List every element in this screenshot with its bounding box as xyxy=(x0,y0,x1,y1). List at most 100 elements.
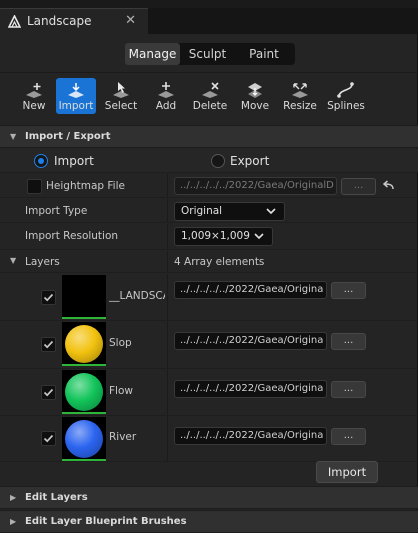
import-resolution-dropdown[interactable]: 1,009×1,009 xyxy=(174,227,273,246)
layer-color-preview xyxy=(65,373,103,411)
import-type-dropdown[interactable]: Original xyxy=(174,202,285,221)
layer-color-preview xyxy=(65,420,103,458)
section-title: Import / Export xyxy=(25,131,111,142)
tool-label: Delete xyxy=(192,100,228,112)
tool-import[interactable]: Import xyxy=(56,78,96,114)
mode-paint[interactable]: Paint xyxy=(235,43,293,65)
column-divider xyxy=(167,321,168,368)
tool-delete[interactable]: Delete xyxy=(190,78,230,114)
heightmap-file-label: Heightmap File xyxy=(46,180,125,192)
add-icon xyxy=(158,82,174,98)
layer-path-field[interactable]: ../../../../../2022/Gaea/Origina xyxy=(174,281,327,299)
tool-label: Add xyxy=(155,100,177,112)
column-divider xyxy=(167,174,168,197)
import-resolution-label: Import Resolution xyxy=(25,230,119,242)
layer-item: Slop ../../../../../2022/Gaea/Origina ..… xyxy=(0,321,418,369)
layer-checkbox[interactable] xyxy=(41,385,56,400)
layer-thumbnail xyxy=(62,275,106,319)
section-edit-layers[interactable]: ▶ Edit Layers xyxy=(0,486,418,509)
layer-item: River ../../../../../2022/Gaea/Origina .… xyxy=(0,416,418,462)
import-export-row: Import Export xyxy=(0,149,418,173)
column-divider xyxy=(167,224,168,249)
export-radio[interactable] xyxy=(211,154,225,168)
tool-label: Splines xyxy=(327,100,365,112)
column-divider xyxy=(167,274,168,320)
layers-label: Layers xyxy=(25,256,60,268)
move-icon xyxy=(248,83,262,98)
tab-bar-empty xyxy=(148,8,418,34)
close-icon[interactable]: ✕ xyxy=(125,13,136,28)
import-type-label: Import Type xyxy=(25,205,88,217)
layer-checkbox[interactable] xyxy=(41,337,56,352)
export-option-label: Export xyxy=(230,154,270,168)
layer-path-field[interactable]: ../../../../../2022/Gaea/Origina xyxy=(174,332,327,350)
layer-thumbnail xyxy=(62,322,106,366)
import-radio[interactable] xyxy=(34,154,48,168)
landscape-tab[interactable]: Landscape ✕ xyxy=(0,8,148,34)
section-edit-blueprint-brushes[interactable]: ▶ Edit Layer Blueprint Brushes xyxy=(0,510,418,533)
reset-arrow-icon[interactable] xyxy=(382,180,395,192)
heightmap-checkbox[interactable] xyxy=(27,179,42,194)
landscape-panel: Manage Sculpt Paint New Import Select Ad… xyxy=(0,34,418,533)
import-resolution-value: 1,009×1,009 xyxy=(181,230,250,242)
layer-browse-button[interactable]: ... xyxy=(331,282,366,299)
layer-color-preview xyxy=(65,325,103,363)
column-divider xyxy=(167,416,168,461)
tool-label: New xyxy=(22,100,46,112)
section-import-export[interactable]: ▼ Import / Export xyxy=(0,125,418,148)
import-button[interactable]: Import xyxy=(316,461,378,483)
section-title: Edit Layer Blueprint Brushes xyxy=(25,516,187,527)
mode-selector: Manage Sculpt Paint xyxy=(125,43,295,65)
import-option-label: Import xyxy=(54,154,94,168)
tool-label: Select xyxy=(104,100,138,112)
layer-thumbnail xyxy=(62,417,106,461)
tool-resize[interactable]: Resize xyxy=(280,78,320,114)
layer-browse-button[interactable]: ... xyxy=(331,428,366,445)
layer-name: Slop xyxy=(109,337,132,349)
select-icon xyxy=(113,82,129,98)
layer-thumbnail xyxy=(62,370,106,414)
expand-arrow-icon: ▼ xyxy=(10,256,17,265)
tool-new[interactable]: New xyxy=(14,78,54,114)
mode-sculpt[interactable]: Sculpt xyxy=(180,43,235,65)
column-divider xyxy=(167,251,168,272)
new-icon xyxy=(26,83,42,98)
layers-count: 4 Array elements xyxy=(174,256,265,268)
layer-checkbox[interactable] xyxy=(41,431,56,446)
layer-color-preview xyxy=(65,278,103,316)
layer-browse-button[interactable]: ... xyxy=(331,381,366,398)
layer-checkbox[interactable] xyxy=(41,290,56,305)
tool-label: Move xyxy=(240,100,270,112)
splines-icon xyxy=(337,82,354,98)
expand-arrow-icon: ▼ xyxy=(10,132,17,141)
layer-item: __LANDSCA ../../../../../2022/Gaea/Origi… xyxy=(0,274,418,321)
tab-title: Landscape xyxy=(27,14,92,28)
import-type-row: Import Type Original xyxy=(0,199,418,223)
heightmap-path-field[interactable]: ../../../../../2022/Gaea/OriginalD xyxy=(174,177,337,195)
tool-label: Import xyxy=(58,100,94,112)
import-type-value: Original xyxy=(181,205,223,217)
toolbar-divider xyxy=(0,72,418,73)
tool-add[interactable]: Add xyxy=(146,78,186,114)
delete-icon xyxy=(202,82,219,98)
layers-row[interactable]: ▼ Layers 4 Array elements xyxy=(0,251,418,273)
layer-path-field[interactable]: ../../../../../2022/Gaea/Origina xyxy=(174,380,327,398)
import-resolution-row: Import Resolution 1,009×1,009 xyxy=(0,224,418,250)
tool-move[interactable]: Move xyxy=(235,78,275,114)
unreal-logo-icon xyxy=(8,15,21,28)
top-strip xyxy=(0,0,418,8)
expand-arrow-icon: ▶ xyxy=(10,493,17,502)
layer-browse-button[interactable]: ... xyxy=(331,333,366,350)
layer-name: River xyxy=(109,431,137,443)
column-divider xyxy=(167,369,168,415)
layer-item: Flow ../../../../../2022/Gaea/Origina ..… xyxy=(0,369,418,416)
layer-path-field[interactable]: ../../../../../2022/Gaea/Origina xyxy=(174,427,327,445)
heightmap-file-row: Heightmap File ../../../../../2022/Gaea/… xyxy=(0,174,418,198)
layer-name: Flow xyxy=(109,385,133,397)
resize-icon xyxy=(292,83,308,98)
tool-label: Resize xyxy=(283,100,317,112)
mode-manage[interactable]: Manage xyxy=(125,43,180,65)
tool-select[interactable]: Select xyxy=(101,78,141,114)
heightmap-browse-button[interactable]: ... xyxy=(341,178,376,195)
tool-splines[interactable]: Splines xyxy=(326,78,366,114)
